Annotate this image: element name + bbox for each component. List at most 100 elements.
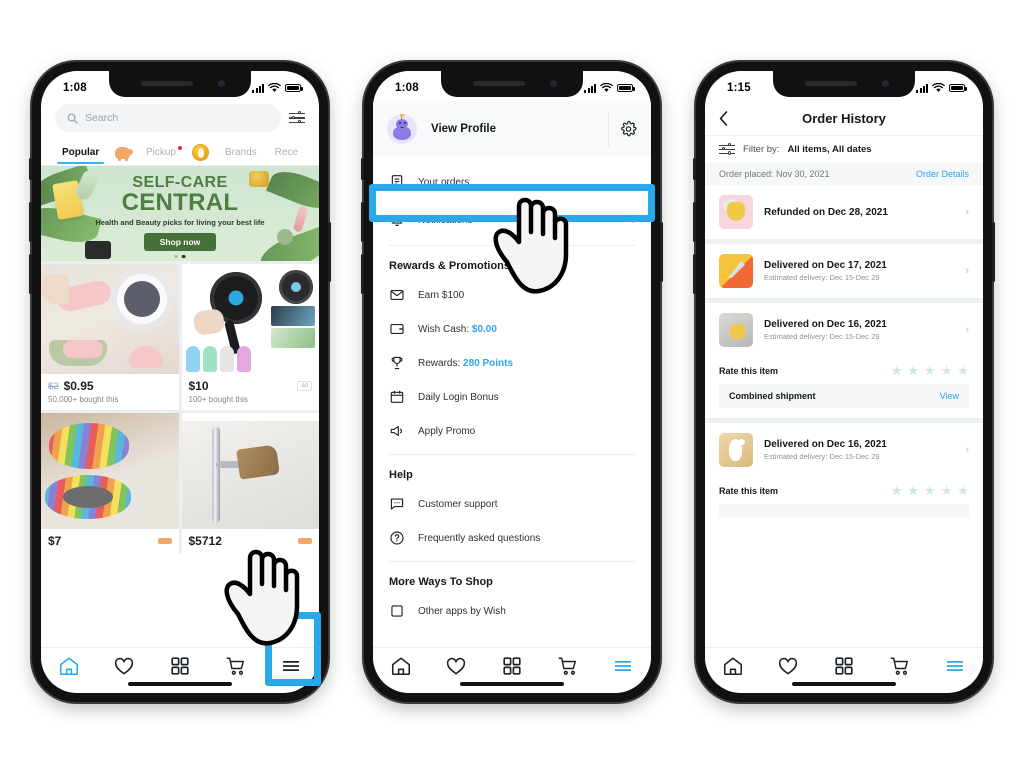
tab-cart-icon[interactable] (889, 655, 911, 677)
star-icon[interactable]: ★ (907, 364, 919, 377)
star-rating[interactable]: ★ ★ ★ ★ ★ (891, 484, 969, 497)
tab-home-icon[interactable] (722, 655, 744, 677)
star-icon[interactable]: ★ (957, 364, 969, 377)
filter-row[interactable]: Filter by: All items, All dates (705, 135, 983, 163)
product-card[interactable]: $7 (41, 413, 179, 554)
coin-icon[interactable] (191, 144, 209, 161)
combined-shipment-view-link[interactable]: View (940, 391, 959, 401)
tab-menu-icon[interactable] (944, 655, 966, 677)
category-tabs: Popular Pickup Brands Rece (41, 140, 319, 166)
tab-cart-icon[interactable] (225, 655, 247, 677)
order-row[interactable]: Delivered on Dec 16, 2021 Estimated deli… (705, 423, 983, 477)
power-button[interactable] (660, 222, 663, 282)
apply-promo-row[interactable]: Apply Promo (373, 414, 651, 448)
tab-brands[interactable]: Brands (216, 147, 266, 158)
product-card[interactable]: $2 $0.95 50,000+ bought this (41, 264, 179, 410)
gear-icon[interactable] (620, 120, 637, 138)
avatar-icon (387, 114, 417, 144)
star-icon[interactable]: ★ (941, 364, 953, 377)
tab-menu-icon[interactable] (280, 655, 302, 677)
your-orders-row[interactable]: Your orders (373, 163, 651, 201)
tab-home-icon[interactable] (58, 655, 80, 677)
volume-down-button[interactable] (693, 254, 696, 294)
chevron-right-icon[interactable]: › (965, 265, 969, 277)
mute-switch[interactable] (29, 158, 32, 180)
chevron-right-icon[interactable]: › (965, 444, 969, 456)
your-orders-label: Your orders (418, 176, 470, 188)
divider (608, 111, 609, 147)
tab-brands-label: Brands (224, 147, 257, 158)
star-icon[interactable]: ★ (907, 484, 919, 497)
order-text: Delivered on Dec 16, 2021 Estimated deli… (764, 319, 887, 341)
rewards-row[interactable]: Rewards: 280 Points (373, 346, 651, 380)
star-icon[interactable]: ★ (941, 484, 953, 497)
tab-heart-icon[interactable] (113, 655, 135, 677)
order-estimate: Estimated delivery: Dec 15-Dec 29 (764, 452, 880, 461)
tab-pickup[interactable]: Pickup (137, 146, 185, 158)
sliders-icon[interactable] (719, 142, 735, 157)
price-row: $10 ad (189, 379, 312, 393)
notch (109, 71, 251, 97)
product-card[interactable]: $5712 (181, 413, 319, 554)
chevron-right-icon[interactable]: › (965, 324, 969, 336)
tab-grid-icon[interactable] (501, 655, 523, 677)
faq-label: Frequently asked questions (418, 532, 541, 544)
earn-100-row[interactable]: Earn $100 (373, 278, 651, 312)
notifications-row[interactable]: Notifications (373, 201, 651, 239)
order-row[interactable]: Delivered on Dec 17, 2021 Estimated deli… (705, 244, 983, 298)
star-icon[interactable]: ★ (924, 364, 936, 377)
status-time: 1:15 (727, 82, 751, 94)
volume-up-button[interactable] (693, 202, 696, 242)
volume-up-button[interactable] (29, 202, 32, 242)
search-input[interactable]: Search (55, 104, 281, 132)
tab-heart-icon[interactable] (445, 655, 467, 677)
other-apps-row[interactable]: Other apps by Wish (373, 594, 651, 628)
star-icon[interactable]: ★ (924, 484, 936, 497)
piggy-icon[interactable] (115, 146, 133, 161)
faq-row[interactable]: Frequently asked questions (373, 521, 651, 555)
product-image (181, 413, 319, 529)
banner-dot-active[interactable] (182, 254, 186, 258)
order-row[interactable]: Delivered on Dec 16, 2021 Estimated deli… (705, 303, 983, 357)
volume-down-button[interactable] (361, 254, 364, 294)
order-row[interactable]: Refunded on Dec 28, 2021 › (705, 185, 983, 239)
shop-now-button[interactable]: Shop now (143, 232, 217, 251)
volume-up-button[interactable] (361, 202, 364, 242)
view-profile-row[interactable]: View Profile (373, 101, 651, 157)
phone-1-home-feed: 1:08 Search Popular Pickup Brands Rece S… (29, 62, 331, 702)
power-button[interactable] (328, 222, 331, 282)
volume-down-button[interactable] (29, 254, 32, 294)
star-icon[interactable]: ★ (957, 484, 969, 497)
banner-dot[interactable] (174, 254, 178, 258)
tab-grid-icon[interactable] (833, 655, 855, 677)
tab-menu-icon[interactable] (612, 655, 634, 677)
wish-cash-row[interactable]: Wish Cash: $0.00 (373, 312, 651, 346)
section-rewards-title: Rewards & Promotions (389, 260, 511, 272)
daily-login-bonus-row[interactable]: Daily Login Bonus (373, 380, 651, 414)
tab-recent[interactable]: Rece (266, 147, 307, 158)
coin-tab-wrap[interactable] (185, 144, 216, 161)
tab-popular-label: Popular (62, 147, 100, 158)
mute-switch[interactable] (361, 158, 364, 180)
order-details-link[interactable]: Order Details (916, 169, 969, 179)
customer-support-row[interactable]: Customer support (373, 487, 651, 521)
earpiece-speaker (473, 81, 525, 86)
status-icons (584, 83, 635, 93)
product-card[interactable]: $10 ad 100+ bought this (181, 264, 319, 410)
tab-home-icon[interactable] (390, 655, 412, 677)
power-button[interactable] (992, 222, 995, 282)
tab-popular[interactable]: Popular (53, 147, 108, 165)
sliders-icon[interactable] (289, 111, 305, 125)
promo-banner[interactable]: SELF-CARE CENTRAL Health and Beauty pick… (41, 166, 319, 261)
mute-switch[interactable] (693, 158, 696, 180)
star-icon[interactable]: ★ (891, 364, 903, 377)
tab-grid-icon[interactable] (169, 655, 191, 677)
status-time: 1:08 (395, 82, 419, 94)
product-meta: $7 (41, 529, 179, 554)
star-rating[interactable]: ★ ★ ★ ★ ★ (891, 364, 969, 377)
chevron-right-icon[interactable]: › (965, 206, 969, 218)
tab-cart-icon[interactable] (557, 655, 579, 677)
star-icon[interactable]: ★ (891, 484, 903, 497)
price-current: $7 (48, 534, 62, 548)
tab-heart-icon[interactable] (777, 655, 799, 677)
